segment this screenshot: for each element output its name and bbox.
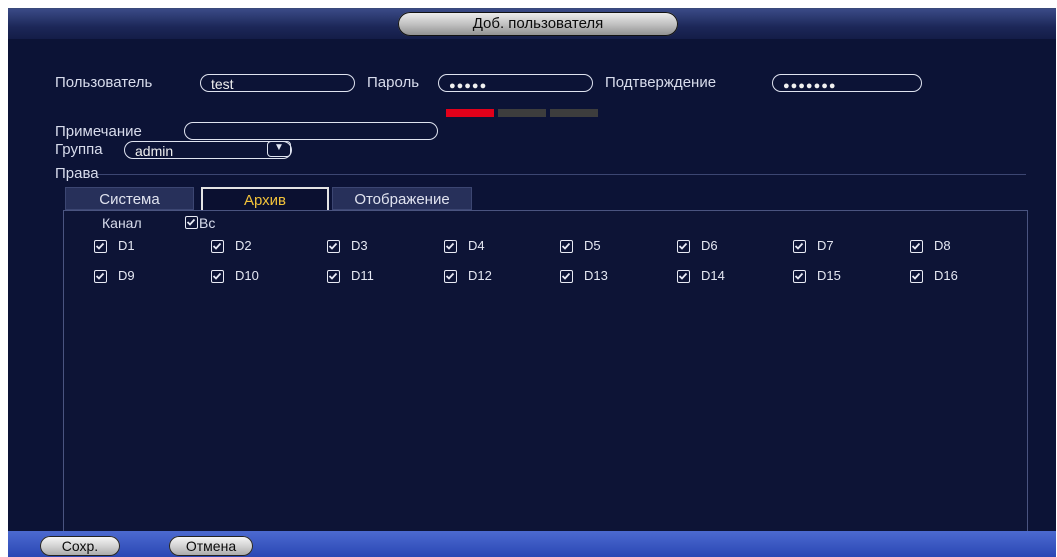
channel-checkbox[interactable] (910, 240, 923, 253)
strength-segment-strong (550, 109, 598, 117)
channel-label-d12: D12 (468, 268, 492, 283)
channel-checkbox[interactable] (677, 240, 690, 253)
chevron-down-icon[interactable]: ▼ (267, 141, 291, 157)
channel-label: Канал (102, 215, 142, 231)
select-all-checkbox[interactable] (185, 216, 198, 229)
strength-segment-medium (498, 109, 546, 117)
channel-label-d15: D15 (817, 268, 841, 283)
channel-label-d1: D1 (118, 238, 135, 253)
channel-label-d9: D9 (118, 268, 135, 283)
add-user-dialog: Доб. пользователя Пользователь test Паро… (8, 8, 1056, 557)
user-label: Пользователь (55, 74, 153, 91)
channel-checkbox[interactable] (94, 240, 107, 253)
channel-label-d2: D2 (235, 238, 252, 253)
channel-label-d16: D16 (934, 268, 958, 283)
channel-label-d4: D4 (468, 238, 485, 253)
user-value: test (211, 76, 234, 92)
select-all-label: Вс (199, 215, 216, 231)
channel-label-d14: D14 (701, 268, 725, 283)
channel-label-d6: D6 (701, 238, 718, 253)
footer-bar (8, 531, 1056, 557)
password-value: ●●●●● (449, 80, 488, 92)
channel-checkbox[interactable] (444, 270, 457, 283)
dialog-title: Доб. пользователя (398, 12, 678, 36)
channel-checkbox[interactable] (793, 270, 806, 283)
channel-label-d5: D5 (584, 238, 601, 253)
tab-system[interactable]: Система (65, 187, 194, 210)
channel-checkbox[interactable] (444, 240, 457, 253)
channel-checkbox[interactable] (560, 270, 573, 283)
channel-checkbox[interactable] (211, 240, 224, 253)
channel-label-d3: D3 (351, 238, 368, 253)
channel-panel (63, 210, 1028, 539)
channel-checkbox[interactable] (793, 240, 806, 253)
strength-segment-weak (446, 109, 494, 117)
cancel-button[interactable]: Отмена (169, 536, 253, 556)
channel-label-d7: D7 (817, 238, 834, 253)
group-value: admin (135, 143, 174, 159)
channel-checkbox[interactable] (677, 270, 690, 283)
tab-display[interactable]: Отображение (332, 187, 472, 210)
channel-checkbox[interactable] (910, 270, 923, 283)
confirm-value: ●●●●●●● (783, 80, 837, 92)
channel-checkbox[interactable] (327, 240, 340, 253)
tab-archive[interactable]: Архив (201, 187, 329, 210)
rights-divider (98, 174, 1026, 175)
password-input[interactable]: ●●●●● (438, 74, 593, 92)
user-input[interactable]: test (200, 74, 355, 92)
channel-checkbox[interactable] (211, 270, 224, 283)
channel-checkbox[interactable] (327, 270, 340, 283)
password-label: Пароль (367, 74, 420, 91)
rights-label: Права (55, 165, 99, 182)
group-label: Группа (55, 141, 103, 158)
save-button[interactable]: Сохр. (40, 536, 120, 556)
note-input[interactable] (184, 122, 438, 140)
confirm-label: Подтверждение (605, 74, 717, 91)
channel-label-d10: D10 (235, 268, 259, 283)
title-bar: Доб. пользователя (8, 9, 1056, 39)
channel-label-d13: D13 (584, 268, 608, 283)
channel-label-d11: D11 (351, 268, 374, 283)
note-label: Примечание (55, 123, 142, 140)
channel-checkbox[interactable] (94, 270, 107, 283)
channel-label-d8: D8 (934, 238, 951, 253)
confirm-password-input[interactable]: ●●●●●●● (772, 74, 922, 92)
channel-checkbox[interactable] (560, 240, 573, 253)
